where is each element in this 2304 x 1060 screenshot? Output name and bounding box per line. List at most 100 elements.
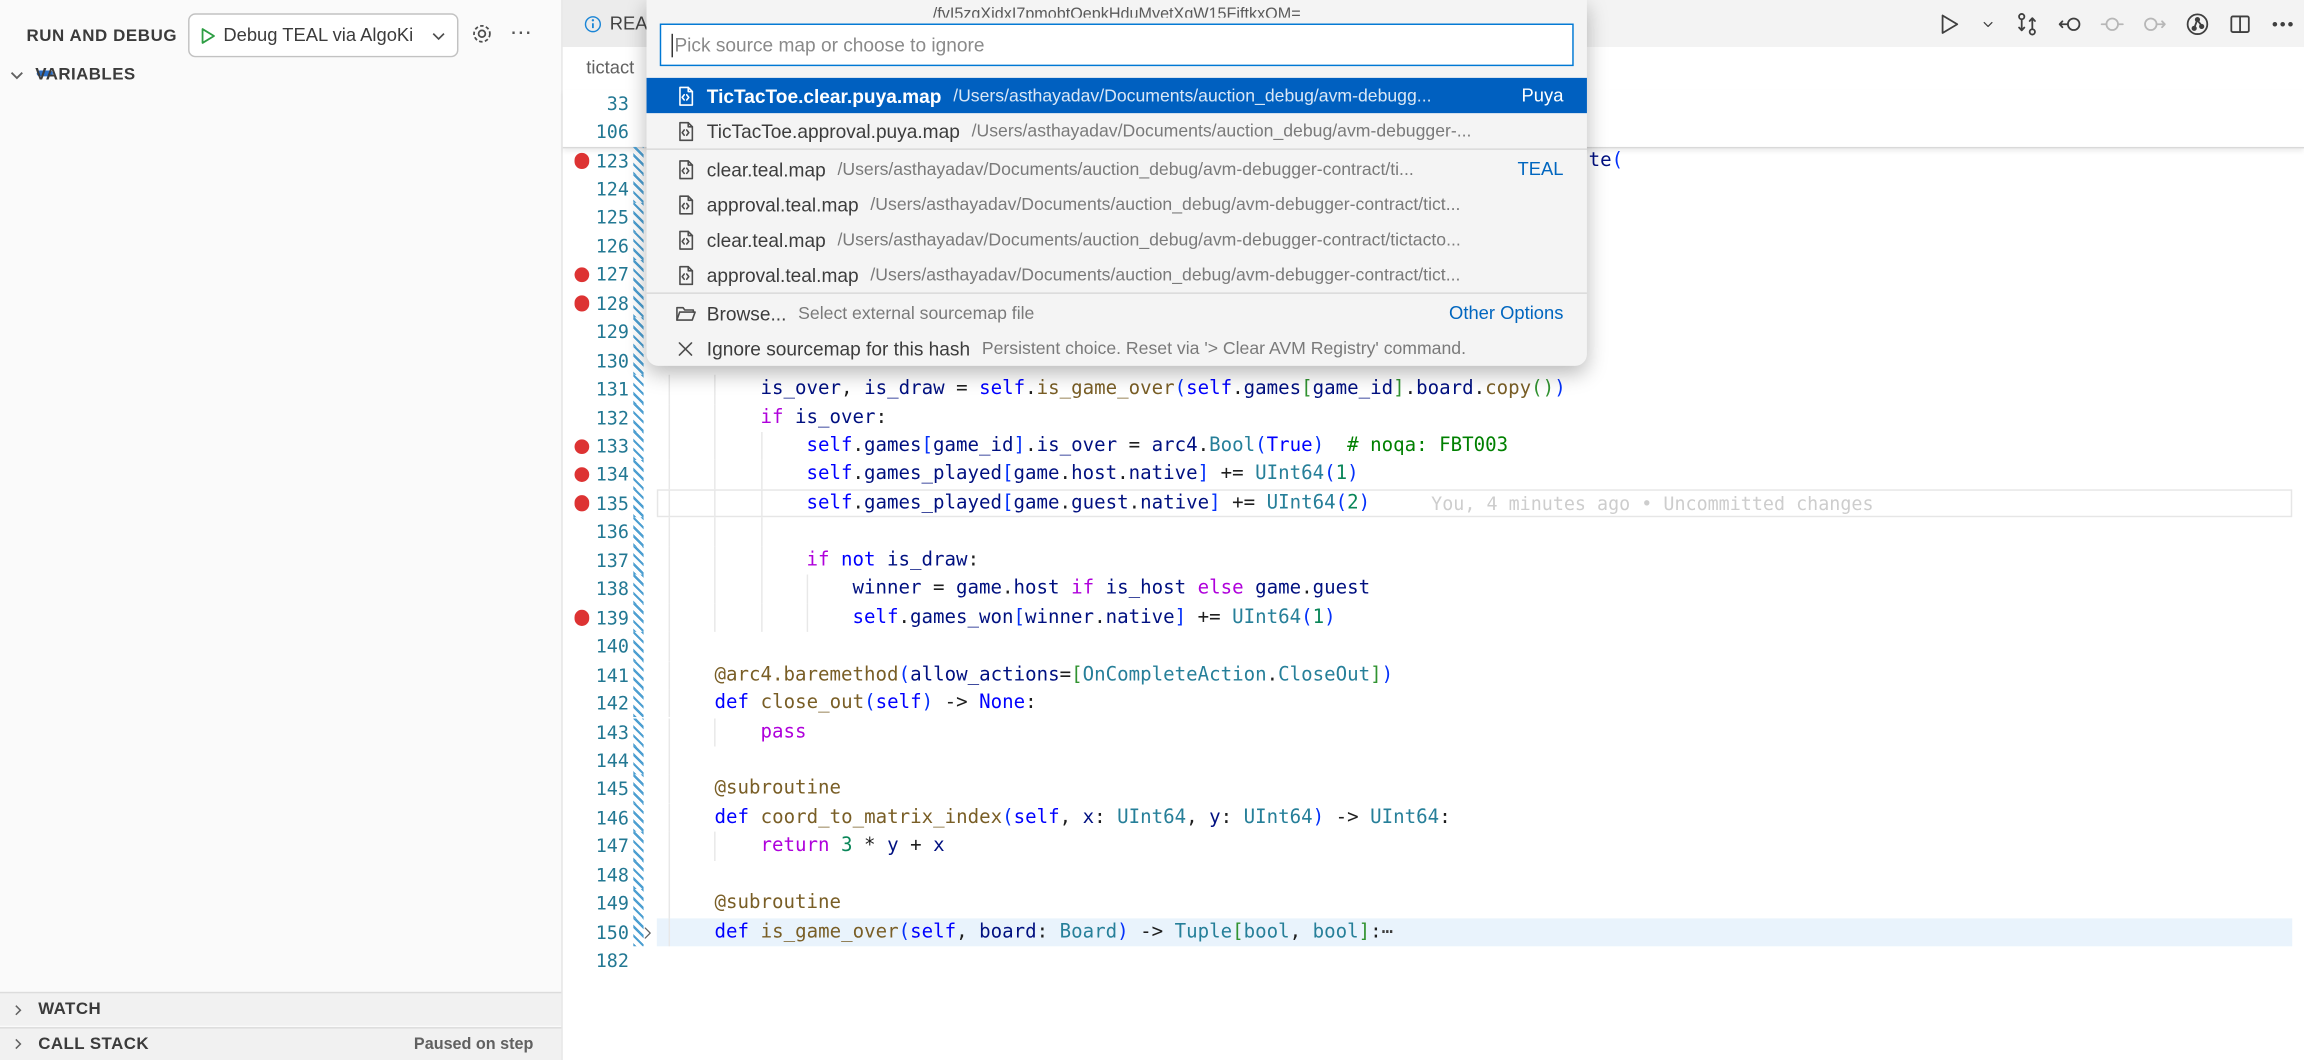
indent-guide bbox=[669, 403, 715, 432]
line-number: 128 bbox=[580, 289, 628, 318]
modified-gutter-indicator bbox=[633, 203, 643, 232]
line-number: 182 bbox=[580, 946, 628, 975]
swap-icon[interactable] bbox=[2015, 11, 2040, 36]
indent-guide bbox=[715, 718, 761, 747]
modified-gutter-indicator bbox=[633, 632, 643, 661]
code-line[interactable]: 182 bbox=[563, 946, 2304, 975]
code-line[interactable]: 149@subroutine bbox=[563, 889, 2304, 918]
code-line[interactable]: 138winner = game.host if is_host else ga… bbox=[563, 575, 2304, 604]
code-line[interactable]: 141@arc4.baremethod(allow_actions=[OnCom… bbox=[563, 661, 2304, 690]
line-number: 106 bbox=[580, 118, 628, 147]
quickpick-item[interactable]: clear.teal.map/Users/asthayadav/Document… bbox=[647, 151, 1587, 186]
breadcrumb-file[interactable]: tictact bbox=[586, 58, 634, 79]
line-number: 139 bbox=[580, 603, 628, 632]
code-line[interactable]: 135self.games_played[game.guest.native] … bbox=[563, 489, 2304, 518]
code-line[interactable]: 139self.games_won[winner.native] += UInt… bbox=[563, 603, 2304, 632]
line-number: 33 bbox=[580, 89, 628, 118]
quickpick-item[interactable]: approval.teal.map/Users/asthayadav/Docum… bbox=[647, 187, 1587, 222]
quickpick-item-description: /Users/asthayadav/Documents/auction_debu… bbox=[972, 120, 1587, 141]
debug-graph-icon[interactable] bbox=[2185, 11, 2210, 36]
code-line[interactable]: 136 bbox=[563, 518, 2304, 547]
indent-guide bbox=[715, 432, 761, 461]
quickpick-item-badge[interactable]: Other Options bbox=[1449, 303, 1563, 324]
code-line[interactable]: 133self.games[game_id].is_over = arc4.Bo… bbox=[563, 432, 2304, 461]
code-line[interactable]: 131is_over, is_draw = self.is_game_over(… bbox=[563, 375, 2304, 404]
fold-chevron-icon[interactable] bbox=[639, 924, 657, 942]
quickpick-item-description: Persistent choice. Reset via '> Clear AV… bbox=[982, 338, 1587, 359]
tab-label: REA bbox=[610, 13, 648, 34]
code-line[interactable]: 132 if is_over: bbox=[563, 403, 2304, 432]
quickpick-item[interactable]: approval.teal.map/Users/asthayadav/Docum… bbox=[647, 257, 1587, 292]
watch-section-header[interactable]: WATCH bbox=[0, 992, 561, 1026]
chevron-down-icon[interactable] bbox=[1979, 11, 1997, 36]
line-number: 143 bbox=[580, 718, 628, 747]
call-stack-section-header[interactable]: CALL STACK Paused on step bbox=[0, 1026, 561, 1060]
code-line[interactable]: 146def coord_to_matrix_index(self, x: UI… bbox=[563, 804, 2304, 833]
indent-guide bbox=[669, 546, 715, 575]
modified-gutter-indicator bbox=[633, 746, 643, 775]
indent-guide bbox=[669, 689, 715, 718]
code-line[interactable]: 150def is_game_over(self, board: Board) … bbox=[563, 918, 2304, 947]
code-text: if is_over: bbox=[669, 403, 888, 432]
indent-guide bbox=[715, 375, 761, 404]
code-line[interactable]: 145@subroutine bbox=[563, 775, 2304, 804]
code-line[interactable]: 140 bbox=[563, 632, 2304, 661]
indent-guide bbox=[761, 546, 807, 575]
more-actions-icon[interactable]: ⋯ bbox=[510, 19, 534, 45]
code-line[interactable]: 142 def close_out(self) -> None: bbox=[563, 689, 2304, 718]
indent-guide bbox=[761, 575, 807, 604]
quickpick-item-label: Browse... bbox=[707, 302, 787, 324]
start-debug-icon[interactable] bbox=[198, 26, 217, 45]
step-icon bbox=[2100, 11, 2125, 36]
split-editor-icon[interactable] bbox=[2228, 11, 2253, 36]
indent-guide bbox=[715, 489, 761, 518]
code-line[interactable]: 137if not is_draw: bbox=[563, 546, 2304, 575]
run-icon[interactable] bbox=[1937, 11, 1962, 36]
quickpick-item[interactable]: TicTacToe.approval.puya.map/Users/asthay… bbox=[647, 113, 1587, 148]
debug-config-dropdown[interactable]: Debug TEAL via AlgoKi bbox=[188, 13, 458, 57]
code-text: def close_out(self) -> None: bbox=[669, 689, 1037, 718]
modified-gutter-indicator bbox=[633, 346, 643, 375]
quickpick-separator bbox=[647, 292, 1587, 293]
quickpick-item-label: TicTacToe.approval.puya.map bbox=[707, 120, 960, 142]
quickpick-item[interactable]: Browse...Select external sourcemap fileO… bbox=[647, 295, 1587, 330]
code-line[interactable]: 143pass bbox=[563, 718, 2304, 747]
code-text: return 3 * y + x bbox=[669, 832, 945, 861]
quickpick-input[interactable]: Pick source map or choose to ignore bbox=[660, 24, 1574, 67]
modified-gutter-indicator bbox=[633, 461, 643, 490]
line-number: 130 bbox=[580, 346, 628, 375]
modified-gutter-indicator bbox=[633, 232, 643, 261]
quickpick-item-label: TicTacToe.clear.puya.map bbox=[707, 84, 942, 106]
line-number: 142 bbox=[580, 689, 628, 718]
step-back-icon[interactable] bbox=[2057, 11, 2082, 36]
debug-config-label: Debug TEAL via AlgoKi bbox=[223, 25, 413, 46]
modified-gutter-indicator bbox=[633, 518, 643, 547]
quickpick-item-description: /Users/asthayadav/Documents/auction_debu… bbox=[953, 85, 1510, 106]
indent-guide bbox=[761, 461, 807, 490]
code-line[interactable]: 134self.games_played[game.host.native] +… bbox=[563, 461, 2304, 490]
chevron-right-icon bbox=[10, 1036, 26, 1052]
modified-gutter-indicator bbox=[633, 146, 643, 175]
run-and-debug-sidebar: RUN AND DEBUG Debug TEAL via AlgoKi ⋯ VA… bbox=[0, 0, 563, 1060]
code-line[interactable]: 147return 3 * y + x bbox=[563, 832, 2304, 861]
more-actions-icon[interactable] bbox=[2270, 11, 2295, 36]
line-number: 132 bbox=[580, 403, 628, 432]
call-stack-label: CALL STACK bbox=[38, 1035, 149, 1053]
variables-section-header[interactable]: VARIABLES bbox=[0, 59, 561, 91]
line-number: 127 bbox=[580, 261, 628, 290]
gear-icon[interactable] bbox=[470, 22, 494, 46]
sidebar-title: RUN AND DEBUG bbox=[26, 28, 177, 46]
quickpick-item[interactable]: TicTacToe.clear.puya.map/Users/asthayada… bbox=[647, 78, 1587, 113]
line-number: 136 bbox=[580, 518, 628, 547]
quickpick-item[interactable]: clear.teal.map/Users/asthayadav/Document… bbox=[647, 222, 1587, 257]
indent-guide bbox=[761, 518, 807, 547]
quickpick-item[interactable]: Ignore sourcemap for this hashPersistent… bbox=[647, 331, 1587, 366]
code-line[interactable]: 148 bbox=[563, 861, 2304, 890]
file-code-icon bbox=[674, 193, 696, 215]
vscode-window: RUN AND DEBUG Debug TEAL via AlgoKi ⋯ VA… bbox=[0, 0, 2304, 1060]
line-number: 129 bbox=[580, 318, 628, 347]
code-text bbox=[669, 746, 715, 775]
line-number: 144 bbox=[580, 746, 628, 775]
indent-guide bbox=[669, 718, 715, 747]
code-line[interactable]: 144 bbox=[563, 746, 2304, 775]
